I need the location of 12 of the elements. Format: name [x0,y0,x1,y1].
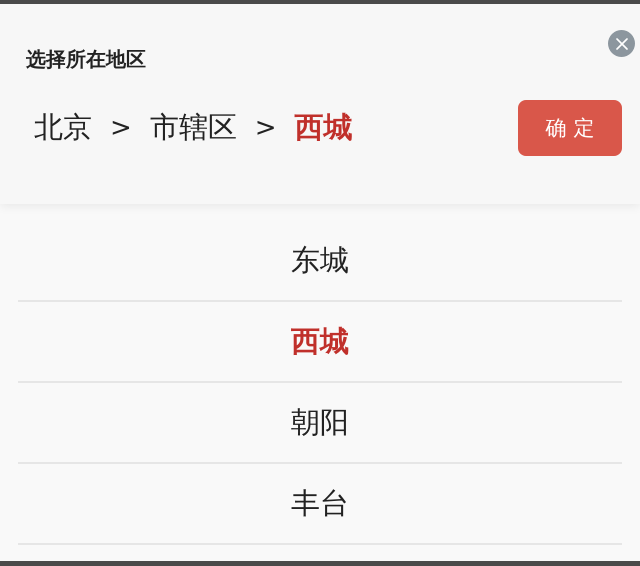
confirm-button[interactable]: 确 定 [518,100,622,156]
region-option[interactable]: 丰台 [18,464,622,545]
path-item[interactable]: 市辖区 [150,108,237,148]
path-separator: > [254,113,277,143]
region-option[interactable]: 东城 [18,221,622,302]
region-option[interactable]: 西城 [18,302,622,383]
path-separator: > [110,113,132,143]
region-option[interactable]: 朝阳 [18,383,622,464]
dialog-title: 选择所在地区 [26,46,146,73]
path-item[interactable]: 西城 [294,108,353,148]
close-icon[interactable] [608,30,635,57]
path-item[interactable]: 北京 [34,108,92,148]
